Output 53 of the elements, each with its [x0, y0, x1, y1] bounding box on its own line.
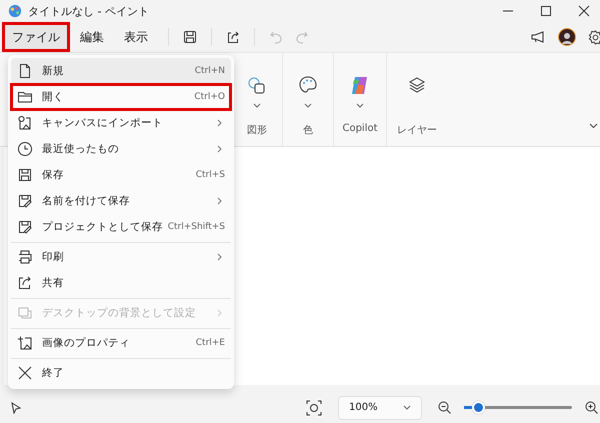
menu-item[interactable]: 共有 [11, 270, 231, 296]
avatar[interactable] [558, 28, 576, 46]
pointer-icon [10, 402, 22, 414]
menu-item[interactable]: キャンバスにインポート [11, 110, 231, 136]
palette-dropdown-icon[interactable] [297, 75, 319, 109]
shortcut-label: Ctrl+O [193, 92, 225, 102]
shortcut-label: Ctrl+S [194, 170, 225, 180]
chevron-icon[interactable] [403, 405, 411, 410]
group-label: Copilot [342, 123, 378, 134]
menu-item[interactable]: 画像のプロパティ Ctrl+E [11, 328, 231, 356]
props-icon [17, 334, 33, 350]
settings-icon[interactable] [588, 30, 600, 44]
file-icon [17, 63, 33, 79]
saveas-icon [17, 193, 33, 209]
zoom-out-icon[interactable] [438, 401, 451, 414]
project-icon [17, 219, 33, 235]
menu-tab[interactable]: 編集 [72, 24, 112, 50]
menu-item[interactable]: 名前を付けて保存 [11, 188, 231, 214]
zoom-dropdown[interactable]: 100% [338, 396, 422, 420]
menu-item[interactable]: 保存 Ctrl+S [11, 162, 231, 188]
zoom-in-icon[interactable] [585, 401, 598, 414]
slider-thumb[interactable] [472, 401, 485, 414]
shortcut-label: Ctrl+E [194, 338, 225, 348]
chevron-icon[interactable] [589, 123, 598, 129]
clock-icon [17, 141, 33, 157]
share-icon[interactable] [226, 30, 240, 44]
save-icon [17, 167, 33, 183]
group-label: レイヤー [397, 124, 437, 137]
shortcut-label: Ctrl+N [194, 66, 225, 76]
megaphone-icon[interactable] [530, 30, 546, 44]
fit-to-screen-icon[interactable] [306, 400, 322, 416]
exit-icon [17, 364, 33, 380]
wallpaper-icon [17, 304, 33, 320]
menu-item[interactable]: 終了 [11, 358, 231, 386]
shortcut-label: Ctrl+Shift+S [166, 222, 225, 232]
group-label: 図形 [247, 124, 267, 137]
window-title: タイトルなし - ペイント [28, 4, 149, 18]
folder-icon [17, 89, 33, 105]
app-icon [8, 4, 22, 18]
close-icon[interactable] [578, 5, 590, 17]
menu-item[interactable]: 開く Ctrl+O [11, 84, 231, 110]
maximize-icon[interactable] [540, 5, 552, 17]
menu-item[interactable]: プロジェクトとして保存 Ctrl+Shift+S [11, 214, 231, 240]
share-icon [17, 275, 33, 291]
save-icon[interactable] [183, 30, 197, 44]
print-icon [17, 248, 33, 264]
menu-tab[interactable]: 表示 [116, 24, 156, 50]
menu-item[interactable]: 最近使ったもの [11, 136, 231, 162]
import-icon [17, 115, 33, 131]
group-label: 色 [303, 124, 313, 137]
menu-tab[interactable]: ファイル [4, 24, 68, 50]
menu-item[interactable]: 印刷 [11, 242, 231, 270]
menu-item[interactable]: 新規 Ctrl+N [11, 58, 231, 84]
